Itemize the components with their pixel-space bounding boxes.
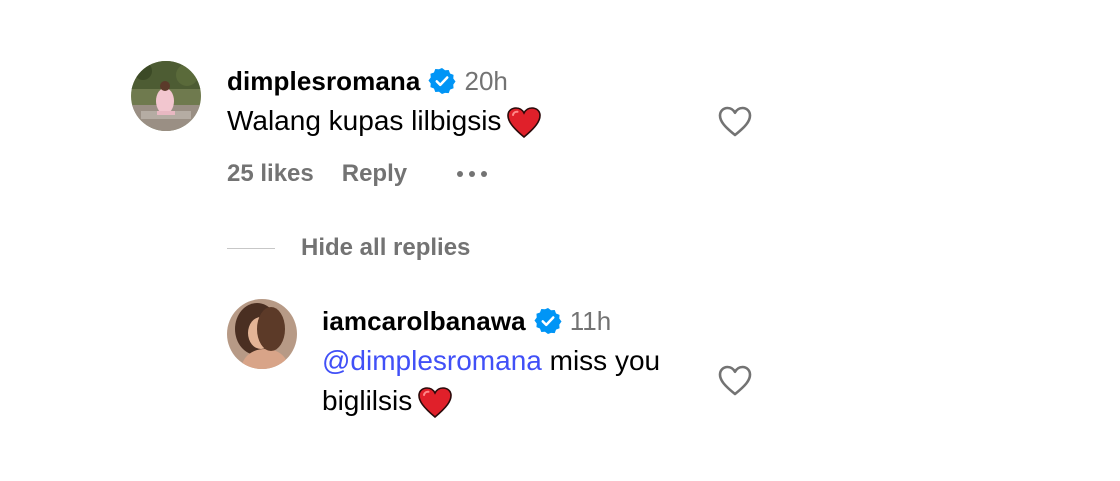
hide-replies-row: Hide all replies xyxy=(227,232,470,264)
reply-avatar[interactable] xyxy=(227,299,297,369)
likes-count[interactable]: 25 likes xyxy=(227,160,314,188)
verified-badge-icon xyxy=(534,307,562,335)
avatar[interactable] xyxy=(131,61,201,131)
reply-timestamp[interactable]: 11h xyxy=(570,306,611,337)
reply-text: @dimplesromana miss you xyxy=(322,341,702,381)
reply-text-line1: miss you xyxy=(541,345,661,376)
reply-username[interactable]: iamcarolbanawa xyxy=(322,306,526,337)
reply-avatar-image xyxy=(227,299,297,369)
like-heart-icon[interactable] xyxy=(717,104,753,140)
comment-text-content: Walang kupas lilbigsis xyxy=(227,105,502,136)
comment-username[interactable]: dimplesromana xyxy=(227,66,420,97)
comment-text: Walang kupas lilbigsis xyxy=(227,101,707,141)
mention-link[interactable]: @dimplesromana xyxy=(322,345,542,376)
reply-text-line2: biglilsis xyxy=(322,385,413,416)
divider-line xyxy=(227,247,275,249)
reply-text-line: biglilsis xyxy=(322,381,702,421)
comment-timestamp[interactable]: 20h xyxy=(464,66,507,97)
red-heart-emoji-icon xyxy=(418,386,453,419)
reply-button[interactable]: Reply xyxy=(342,160,407,188)
avatar-image xyxy=(131,61,201,131)
verified-badge-icon xyxy=(428,67,456,95)
red-heart-emoji-icon xyxy=(507,106,542,139)
comment-actions: 25 likes Reply xyxy=(227,158,488,190)
hide-replies-button[interactable]: Hide all replies xyxy=(301,234,470,262)
more-options-icon[interactable] xyxy=(457,171,488,177)
like-heart-icon[interactable] xyxy=(717,363,753,399)
